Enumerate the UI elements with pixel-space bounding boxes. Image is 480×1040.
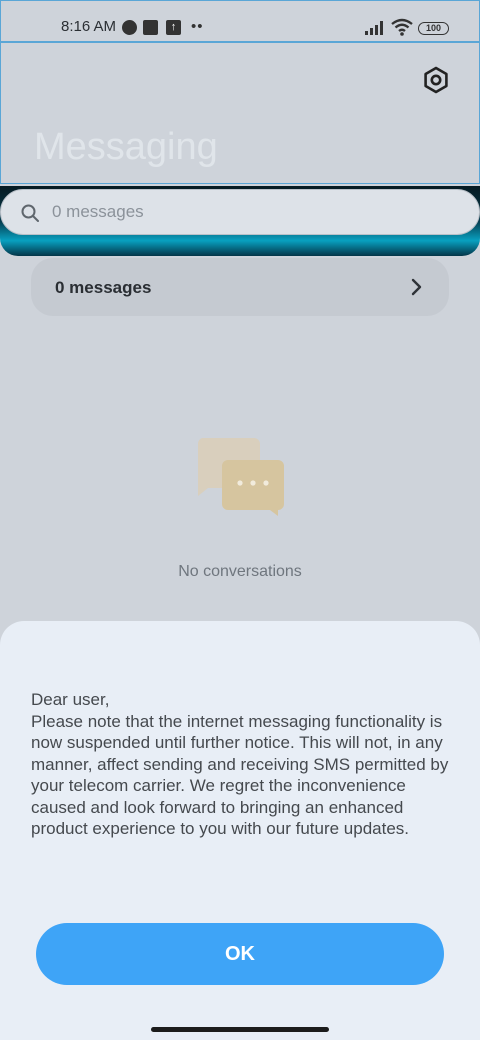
- battery-icon: 100: [418, 22, 449, 35]
- upload-icon: ↑: [166, 20, 181, 35]
- chevron-right-icon: [411, 278, 422, 296]
- status-time: 8:16 AM: [61, 18, 117, 35]
- search-bar[interactable]: [0, 189, 480, 235]
- empty-state-text: No conversations: [178, 563, 302, 580]
- status-bar: 8:16 AM ↑ •• 100: [0, 0, 480, 42]
- settings-button[interactable]: [420, 64, 452, 96]
- signal-icon: [365, 21, 383, 35]
- messaging-screen: 8:16 AM ↑ •• 100 Messaging 0 messages 0 …: [0, 0, 480, 1040]
- ok-button[interactable]: OK: [36, 923, 444, 985]
- search-icon: [21, 204, 39, 222]
- search-input[interactable]: [52, 202, 452, 222]
- notification-square-icon: [143, 20, 158, 35]
- data-saver-icon: [122, 20, 137, 35]
- notice-dialog: Dear user, Please note that the internet…: [0, 621, 480, 1040]
- wifi-icon: [391, 18, 413, 36]
- chat-bubbles-icon: [197, 438, 284, 516]
- messages-card-label: 0 messages: [55, 278, 152, 297]
- page-title: Messaging: [34, 126, 218, 168]
- messages-card[interactable]: 0 messages: [31, 258, 449, 316]
- dialog-message: Dear user, Please note that the internet…: [31, 690, 449, 838]
- gear-icon: [424, 66, 448, 94]
- more-notifications-icon: ••: [191, 18, 204, 35]
- home-indicator[interactable]: [151, 1027, 329, 1032]
